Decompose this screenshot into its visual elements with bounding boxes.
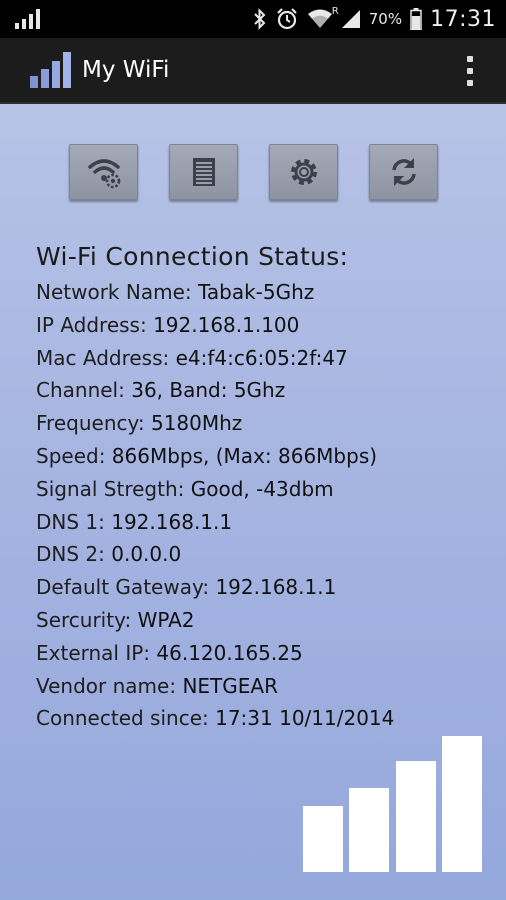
status-row-default-gateway: Default Gateway: 192.168.1.1 <box>36 575 337 600</box>
roaming-indicator: R <box>331 6 339 17</box>
status-row-channel: Channel: 36, Band: 5Ghz <box>36 378 286 403</box>
toolbar <box>69 144 439 200</box>
status-row-security: Sercurity: WPA2 <box>36 607 195 632</box>
status-row-ip-address: IP Address: 192.168.1.100 <box>36 312 300 337</box>
signal-bar-1 <box>303 806 343 872</box>
settings-button[interactable] <box>269 144 338 200</box>
signal-bar-4 <box>442 736 482 872</box>
battery-icon <box>410 8 422 30</box>
app-title: My WiFi <box>82 57 170 83</box>
status-row-signal-strength: Signal Stregth: Good, -43dbm <box>36 476 334 501</box>
wifi-gear-icon <box>87 159 120 189</box>
clock-time: 17:31 <box>430 6 496 32</box>
connection-status-panel: Wi-Fi Connection Status: Network Name: T… <box>36 238 496 735</box>
refresh-icon <box>391 158 416 186</box>
app-logo-signal-icon[interactable] <box>30 52 74 88</box>
status-row-vendor-name: Vendor name: NETGEAR <box>36 673 278 698</box>
wifi-settings-button[interactable] <box>69 144 138 200</box>
status-row-dns2: DNS 2: 0.0.0.0 <box>36 542 182 567</box>
bluetooth-icon <box>253 8 267 30</box>
list-icon <box>192 158 215 186</box>
status-row-speed: Speed: 866Mbps, (Max: 866Mbps) <box>36 443 378 468</box>
gear-icon <box>290 159 317 185</box>
cell-signal-icon <box>341 9 361 29</box>
status-row-frequency: Frequency: 5180Mhz <box>36 411 243 436</box>
status-title: Wi-Fi Connection Status: <box>36 242 349 271</box>
signal-bars-icon <box>15 9 40 29</box>
wifi-icon: R <box>307 6 339 30</box>
status-row-external-ip: External IP: 46.120.165.25 <box>36 640 303 665</box>
log-list-button[interactable] <box>169 144 238 200</box>
refresh-button[interactable] <box>369 144 438 200</box>
status-row-mac-address: Mac Address: e4:f4:c6:05:2f:47 <box>36 345 348 370</box>
battery-percent: 70% <box>368 10 403 28</box>
status-row-network-name: Network Name: Tabak-5Ghz <box>36 280 315 304</box>
action-bar: My WiFi <box>0 38 506 104</box>
signal-bar-3 <box>396 761 436 872</box>
status-bar: R 70% 17:31 <box>0 0 506 38</box>
main-content: Wi-Fi Connection Status: Network Name: T… <box>0 104 506 900</box>
status-row-dns1: DNS 1: 192.168.1.1 <box>36 509 233 534</box>
status-row-connected-since: Connected since: 17:31 10/11/2014 <box>36 706 395 731</box>
overflow-menu-icon[interactable] <box>462 54 478 88</box>
alarm-clock-icon <box>275 7 299 31</box>
signal-bar-2 <box>349 788 389 872</box>
